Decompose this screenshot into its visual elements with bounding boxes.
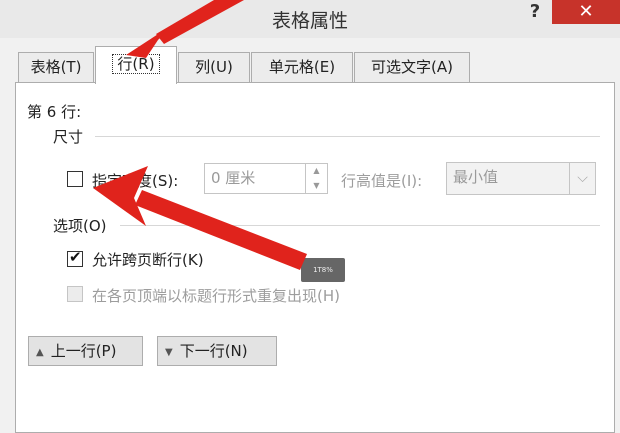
next-row-button[interactable]: ▼ 下一行(N) (157, 336, 277, 366)
specify-height-checkbox[interactable] (67, 171, 83, 187)
row-height-mode-select[interactable]: 最小值 ⌵ (446, 162, 596, 195)
height-value: 0 厘米 (211, 169, 256, 187)
title-bar: 表格属性 ? ✕ (0, 0, 620, 38)
chevron-down-icon[interactable]: ⌵ (569, 163, 595, 194)
triangle-down-icon: ▼ (165, 347, 173, 358)
close-button[interactable]: ✕ (552, 0, 620, 24)
tab-alt-text[interactable]: 可选文字(A) (354, 52, 470, 82)
height-spinner[interactable]: 0 厘米 ▲ ▼ (204, 163, 328, 194)
tab-cell[interactable]: 单元格(E) (251, 52, 353, 82)
allow-break-checkbox[interactable]: ✔ (67, 248, 83, 267)
repeat-header-label: 在各页顶端以标题行形式重复出现(H) (92, 287, 340, 305)
size-group-divider (95, 136, 600, 137)
help-button[interactable]: ? (524, 1, 546, 23)
options-group-label: 选项(O) (53, 217, 107, 235)
options-group-divider (120, 225, 600, 226)
tab-table[interactable]: 表格(T) (18, 52, 94, 82)
repeat-header-checkbox[interactable] (67, 286, 83, 302)
size-group-label: 尺寸 (53, 128, 84, 146)
spin-down-icon[interactable]: ▼ (306, 179, 327, 194)
overlay-tooltip: 1T8% (301, 258, 345, 282)
row-height-is-label: 行高值是(I): (341, 172, 423, 190)
row-number-label: 第 6 行: (27, 103, 82, 121)
checkmark-icon: ✔ (69, 248, 82, 266)
spin-up-icon[interactable]: ▲ (306, 164, 327, 179)
row-height-mode-value: 最小值 (453, 168, 499, 186)
tab-column[interactable]: 列(U) (178, 52, 250, 82)
tab-row[interactable]: 行(R) (95, 46, 177, 84)
triangle-up-icon: ▲ (36, 347, 44, 358)
allow-break-label: 允许跨页断行(K) (92, 251, 204, 269)
previous-row-button[interactable]: ▲ 上一行(P) (28, 336, 143, 366)
specify-height-label: 指定高度(S): (92, 172, 179, 190)
